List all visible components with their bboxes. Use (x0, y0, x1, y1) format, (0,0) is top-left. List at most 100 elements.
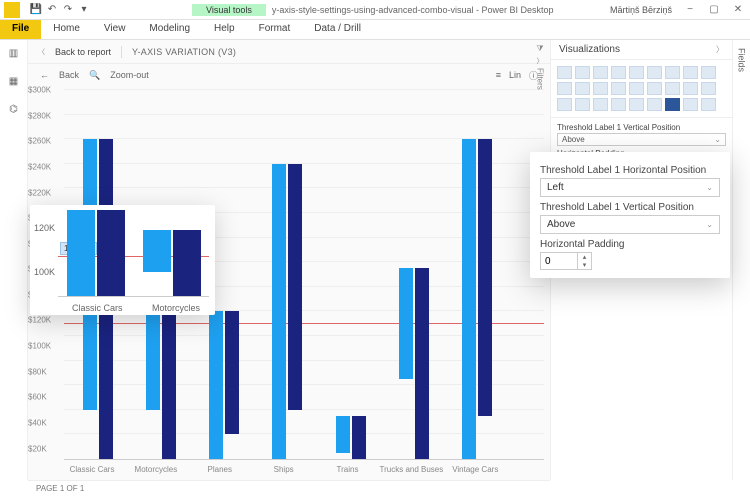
bar[interactable] (288, 164, 302, 410)
report-view-icon[interactable]: ▥ (6, 46, 22, 60)
viz-gallery (551, 60, 732, 117)
viz-type-icon[interactable] (557, 66, 572, 79)
bar[interactable] (399, 268, 413, 379)
viz-type-icon[interactable] (683, 66, 698, 79)
viz-type-icon[interactable] (557, 98, 572, 111)
signed-in-user[interactable]: Mārtiņš Bērziņš (604, 5, 678, 15)
bar-group[interactable] (399, 268, 429, 459)
bar-group[interactable] (336, 416, 366, 459)
viz-type-icon[interactable] (629, 82, 644, 95)
panel-collapse-icon[interactable]: 〉 (716, 44, 724, 55)
zoom-y-tick: 100K (34, 267, 55, 277)
viz-type-icon[interactable] (593, 98, 608, 111)
viz-type-icon[interactable] (683, 82, 698, 95)
viz-type-icon[interactable] (665, 82, 680, 95)
x-tick: Classic Cars (70, 465, 115, 474)
viz-type-icon[interactable] (647, 82, 662, 95)
model-view-icon[interactable]: ⌬ (6, 102, 22, 116)
viz-type-icon[interactable] (701, 98, 716, 111)
bar[interactable] (225, 311, 239, 434)
y-tick: $40K (28, 418, 47, 427)
bar[interactable] (415, 268, 429, 459)
x-tick: Planes (208, 465, 232, 474)
app-icon (4, 2, 20, 18)
viz-type-icon[interactable] (701, 82, 716, 95)
viz-type-icon[interactable] (629, 66, 644, 79)
data-view-icon[interactable]: ▦ (6, 74, 22, 88)
viz-type-icon[interactable] (683, 98, 698, 111)
fields-rail[interactable]: Fields (732, 40, 750, 480)
bar-group[interactable] (209, 311, 239, 459)
viz-type-icon[interactable] (575, 66, 590, 79)
save-icon[interactable]: 💾 (30, 4, 42, 16)
undo-icon[interactable]: ↶ (46, 4, 58, 16)
tab-format[interactable]: Format (247, 20, 303, 39)
viz-type-icon[interactable] (557, 82, 572, 95)
popup-vpos-label: Threshold Label 1 Vertical Position (540, 202, 720, 213)
tab-home[interactable]: Home (41, 20, 92, 39)
viz-type-icon[interactable] (629, 98, 644, 111)
fp-value: Above (562, 135, 585, 144)
filter-icon[interactable]: ⧩ (536, 44, 543, 54)
back-label[interactable]: Back (59, 70, 79, 80)
popup-vpos-select[interactable]: Above⌄ (540, 215, 720, 234)
x-tick: Vintage Cars (452, 465, 498, 474)
zoom-out-label[interactable]: Zoom-out (110, 70, 149, 80)
fp-vertical-position-select[interactable]: Above⌄ (557, 133, 726, 146)
bar[interactable] (336, 416, 350, 453)
bar[interactable] (478, 139, 492, 416)
x-tick: Ships (274, 465, 294, 474)
viz-type-icon[interactable] (611, 82, 626, 95)
spinner-up-icon[interactable]: ▴ (578, 253, 591, 261)
tab-view[interactable]: View (92, 20, 138, 39)
bar-group[interactable] (462, 139, 492, 459)
viz-type-icon[interactable] (611, 66, 626, 79)
tab-data-drill[interactable]: Data / Drill (302, 20, 373, 39)
minimize-button[interactable]: − (678, 1, 702, 19)
back-arrow-icon[interactable]: ← (40, 70, 49, 80)
spinner-down-icon[interactable]: ▾ (578, 261, 591, 269)
scale-label[interactable]: Lin (509, 70, 521, 80)
zoom-bar (143, 230, 171, 272)
visual-header: 〈 Back to report Y-AXIS VARIATION (V3) (28, 40, 550, 64)
viz-type-icon[interactable] (593, 66, 608, 79)
x-tick: Trucks and Buses (380, 465, 444, 474)
fp-label: Threshold Label 1 Vertical Position (557, 123, 726, 132)
popup-pad-input[interactable]: ▴▾ (540, 252, 720, 270)
back-to-report[interactable]: Back to report (55, 47, 111, 57)
popup-vpos-value: Above (547, 219, 575, 230)
popup-pad-field[interactable] (540, 252, 578, 270)
filters-rail[interactable]: ⧩ 〉 Filters (530, 44, 550, 84)
redo-icon[interactable]: ↷ (62, 4, 74, 16)
zoom-out-icon[interactable]: 🔍 (89, 70, 100, 81)
tab-help[interactable]: Help (202, 20, 247, 39)
viz-type-icon[interactable] (647, 66, 662, 79)
close-button[interactable]: ✕ (726, 1, 750, 19)
bar-group[interactable] (272, 164, 302, 459)
viz-type-icon[interactable] (575, 82, 590, 95)
tab-file[interactable]: File (0, 20, 41, 39)
bar[interactable] (352, 416, 366, 459)
y-tick: $100K (28, 342, 51, 351)
spinner[interactable]: ▴▾ (578, 252, 592, 270)
viz-type-icon[interactable] (665, 66, 680, 79)
bar[interactable] (462, 139, 476, 459)
chevron-left-icon[interactable]: 〈 (38, 47, 45, 57)
popup-hpos-select[interactable]: Left⌄ (540, 178, 720, 197)
viz-type-icon[interactable] (701, 66, 716, 79)
viz-type-icon[interactable] (575, 98, 590, 111)
bar[interactable] (209, 311, 223, 459)
y-tick: $240K (28, 162, 51, 171)
bar[interactable] (272, 164, 286, 459)
scale-menu-icon[interactable]: ≡ (496, 70, 501, 80)
viz-type-icon[interactable] (611, 98, 626, 111)
qat-more-icon[interactable]: ▾ (78, 4, 90, 16)
maximize-button[interactable]: ▢ (702, 1, 726, 19)
viz-type-icon-selected[interactable] (665, 98, 680, 111)
zoom-bar (97, 210, 125, 296)
viz-type-icon[interactable] (647, 98, 662, 111)
y-tick: $300K (28, 86, 51, 95)
visual-toolbar: ← Back 🔍 Zoom-out ≡ Lin ⓘ (28, 64, 550, 86)
viz-type-icon[interactable] (593, 82, 608, 95)
tab-modeling[interactable]: Modeling (137, 20, 202, 39)
